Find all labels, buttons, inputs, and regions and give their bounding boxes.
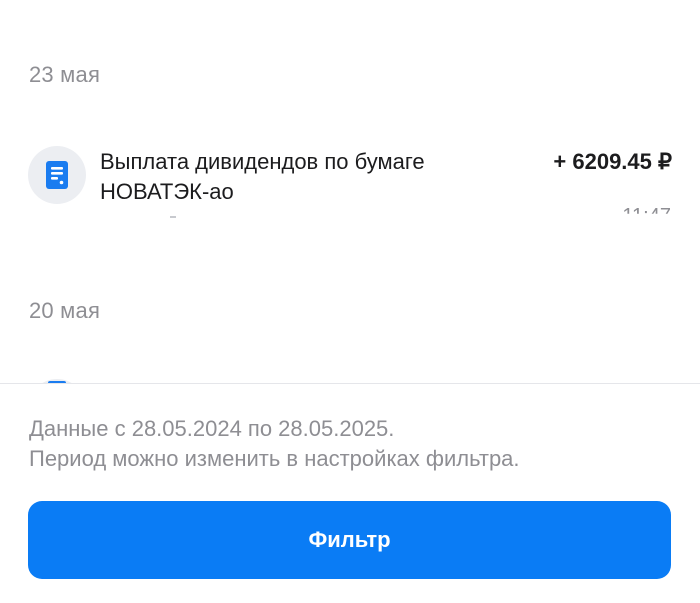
previous-item-fragment <box>118 0 158 2</box>
operations-screen: 23 мая Выплата дивидендов по бумаге НОВА… <box>0 0 700 603</box>
transaction-amount: + 6209.45 ₽ <box>553 149 672 174</box>
period-info-line-1: Данные с 28.05.2024 по 28.05.2025. <box>29 416 395 441</box>
date-header: 23 мая <box>29 62 101 87</box>
operations-list[interactable]: 23 мая Выплата дивидендов по бумаге НОВА… <box>0 0 700 383</box>
transaction-title: Выплата дивидендов по бумаге НОВАТЭК-ао <box>100 149 425 204</box>
transaction-subtitle-fragment <box>170 216 176 218</box>
date-header: 20 мая <box>29 298 101 323</box>
transaction-row[interactable]: Выплата дивидендов по бумаге НОВАТЭК-ао … <box>0 130 700 240</box>
filter-panel: Данные с 28.05.2024 по 28.05.2025. Перио… <box>0 383 700 603</box>
document-icon <box>28 146 86 204</box>
filter-button[interactable]: Фильтр <box>28 501 671 579</box>
period-info: Данные с 28.05.2024 по 28.05.2025. Перио… <box>29 414 669 474</box>
transaction-time: 11:47 <box>622 205 671 218</box>
period-info-line-2: Период можно изменить в настройках фильт… <box>29 446 520 471</box>
